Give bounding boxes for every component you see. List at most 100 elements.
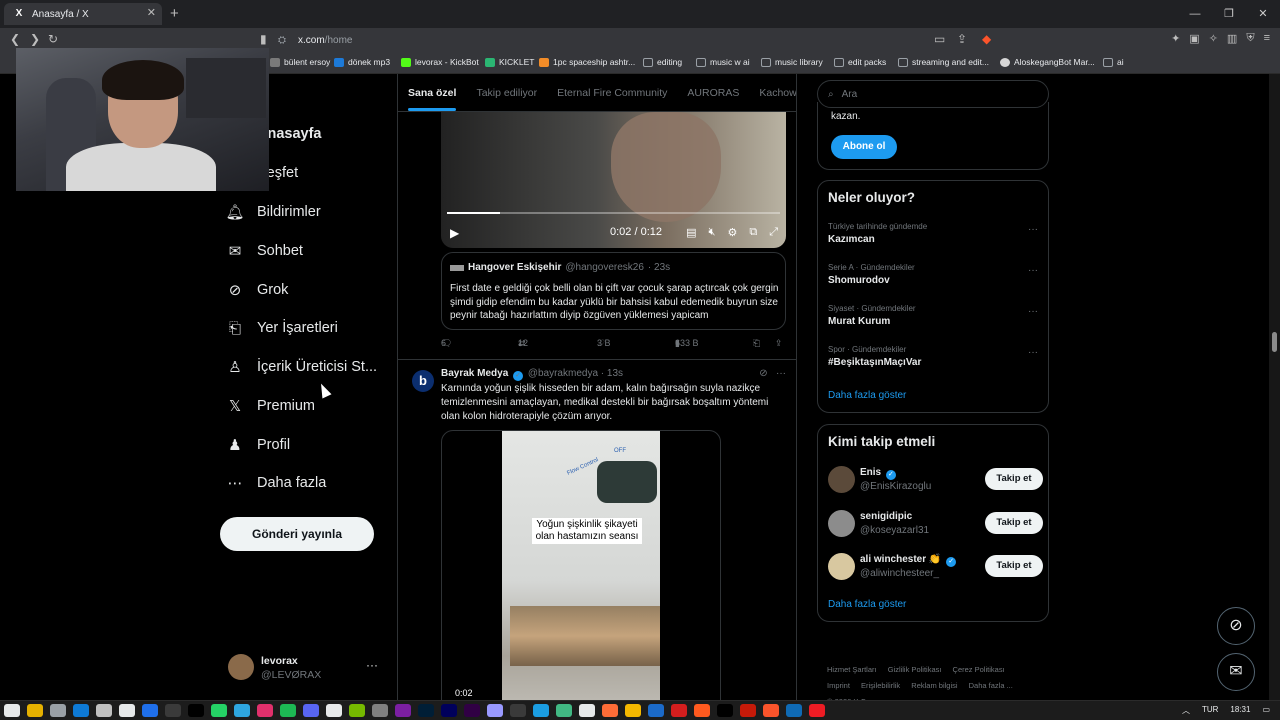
- bookmark-folder[interactable]: streaming and edit...: [898, 57, 989, 67]
- taskbar-app-icon[interactable]: [786, 704, 802, 717]
- leo-icon[interactable]: ✧: [1209, 32, 1218, 45]
- post-button[interactable]: Gönderi yayınla: [220, 517, 374, 551]
- restore-icon[interactable]: ❐: [1212, 0, 1246, 28]
- taskbar-app-icon[interactable]: [441, 704, 457, 717]
- more-icon[interactable]: ···: [1028, 306, 1038, 317]
- more-icon[interactable]: ···: [1028, 265, 1038, 276]
- taskbar-app-icon[interactable]: [671, 704, 687, 717]
- popout-icon[interactable]: ⧉: [749, 226, 757, 239]
- taskbar-app-icon[interactable]: [27, 704, 43, 717]
- taskbar-app-icon[interactable]: [625, 704, 641, 717]
- follow-suggestion[interactable]: ali winchester 👏 ✓ @aliwinchesteer_ Taki…: [828, 553, 1043, 583]
- cast-icon[interactable]: ▭: [934, 32, 945, 46]
- trend-item[interactable]: Siyaset · Gündemdekiler Murat Kurum ···: [828, 304, 1038, 327]
- nav-creator-studio[interactable]: ♙ İçerik Üreticisi St...: [226, 358, 377, 376]
- avatar[interactable]: [828, 553, 855, 580]
- notifications-icon[interactable]: ▭: [1262, 705, 1270, 716]
- taskbar-app-icon[interactable]: [740, 704, 756, 717]
- vpn-icon[interactable]: ⛨: [1246, 32, 1254, 45]
- captions-icon[interactable]: ▤: [686, 226, 696, 239]
- nav-messages[interactable]: ✉ Sohbet: [226, 242, 303, 260]
- menu-icon[interactable]: ≡: [1264, 32, 1270, 45]
- taskbar-app-icon[interactable]: [717, 704, 733, 717]
- taskbar-app-icon[interactable]: [763, 704, 779, 717]
- taskbar-app-icon[interactable]: [648, 704, 664, 717]
- taskbar-app-icon[interactable]: [579, 704, 595, 717]
- nav-profile[interactable]: ♟ Profil: [226, 436, 290, 454]
- nav-more[interactable]: ⋯ Daha fazla: [226, 474, 327, 492]
- taskbar-app-icon[interactable]: [280, 704, 296, 717]
- trends-show-more[interactable]: Daha fazla göster: [828, 390, 906, 401]
- page-scrollbar[interactable]: [1269, 74, 1280, 700]
- search-input[interactable]: ⌕ Ara: [817, 80, 1049, 108]
- taskbar-app-icon[interactable]: [602, 704, 618, 717]
- bookmark-item[interactable]: 1pc spaceship ashtr...: [539, 57, 635, 67]
- tab-following[interactable]: Takip ediliyor: [466, 74, 547, 111]
- taskbar-app-icon[interactable]: [303, 704, 319, 717]
- close-tab-icon[interactable]: ✕: [147, 6, 156, 19]
- wallet-icon[interactable]: ▣: [1189, 32, 1199, 45]
- grok-explain-icon[interactable]: ⊘: [759, 368, 767, 379]
- minimize-icon[interactable]: —: [1178, 0, 1212, 28]
- bookmark-folder[interactable]: music w ai: [696, 57, 750, 67]
- taskbar-app-icon[interactable]: [349, 704, 365, 717]
- follow-button[interactable]: Takip et: [985, 555, 1043, 577]
- taskbar-app-icon[interactable]: [694, 704, 710, 717]
- video-progress[interactable]: [447, 212, 780, 214]
- tab-eternal-fire[interactable]: Eternal Fire Community: [547, 74, 677, 111]
- nav-notifications[interactable]: 🔔︎ Bildirimler: [225, 203, 320, 221]
- taskbar-app-icon[interactable]: [119, 704, 135, 717]
- reload-icon[interactable]: ↻: [48, 32, 58, 46]
- taskbar-app-icon[interactable]: [142, 704, 158, 717]
- follow-suggestion[interactable]: senigidipic @koseyazarl31 Takip et: [828, 510, 1043, 540]
- taskbar-app-icon[interactable]: [73, 704, 89, 717]
- quoted-tweet[interactable]: Hangover Eskişehir @hangoveresk26 · 23s …: [441, 252, 786, 330]
- bookmark-item[interactable]: levorax - KickBot: [401, 57, 479, 67]
- taskbar-app-icon[interactable]: [257, 704, 273, 717]
- taskbar-app-icon[interactable]: [188, 704, 204, 717]
- taskbar-app-icon[interactable]: [464, 704, 480, 717]
- bookmark-folder[interactable]: ai: [1103, 57, 1124, 67]
- close-window-icon[interactable]: ✕: [1246, 0, 1280, 28]
- follow-suggestion[interactable]: Enis ✓ @EnisKirazoglu Takip et: [828, 466, 1043, 496]
- taskbar-app-icon[interactable]: [372, 704, 388, 717]
- site-info-icon[interactable]: ⛭: [278, 35, 286, 46]
- taskbar-app-icon[interactable]: [395, 704, 411, 717]
- footer-link[interactable]: Reklam bilgisi: [911, 681, 957, 690]
- taskbar-app-icon[interactable]: [165, 704, 181, 717]
- nav-grok[interactable]: ⊘ Grok: [226, 281, 289, 299]
- bookmark-tweet-icon[interactable]: ⎗: [753, 338, 760, 349]
- footer-link[interactable]: Gizlilik Politikası: [888, 665, 942, 674]
- forward-icon[interactable]: ❯: [30, 32, 40, 46]
- avatar[interactable]: b: [412, 370, 434, 392]
- footer-link[interactable]: Çerez Politikası: [953, 665, 1005, 674]
- avatar[interactable]: [828, 510, 855, 537]
- tab-for-you[interactable]: Sana özel: [398, 74, 466, 111]
- follow-button[interactable]: Takip et: [985, 468, 1043, 490]
- settings-icon[interactable]: ⚙: [727, 226, 737, 239]
- grok-float-button[interactable]: ⊘: [1217, 607, 1255, 645]
- back-icon[interactable]: ❮: [10, 32, 20, 46]
- trend-item[interactable]: Türkiye tarihinde gündemde Kazımcan ···: [828, 222, 1038, 245]
- language-indicator[interactable]: TUR: [1202, 705, 1218, 716]
- taskbar-app-icon[interactable]: [96, 704, 112, 717]
- taskbar-app-icon[interactable]: [487, 704, 503, 717]
- taskbar-app-icon[interactable]: [418, 704, 434, 717]
- nav-bookmarks[interactable]: ⎗ Yer İşaretleri: [226, 319, 338, 337]
- footer-link[interactable]: Erişilebilirlik: [861, 681, 900, 690]
- taskbar-app-icon[interactable]: [211, 704, 227, 717]
- start-icon[interactable]: [4, 704, 20, 717]
- tab-auroras[interactable]: AURORAS: [677, 74, 749, 111]
- taskbar-app-icon[interactable]: [326, 704, 342, 717]
- bookmark-folder[interactable]: editing: [643, 57, 682, 67]
- taskbar-app-icon[interactable]: [234, 704, 250, 717]
- tray-chevron-icon[interactable]: ︿: [1182, 705, 1190, 716]
- footer-link[interactable]: Imprint: [827, 681, 850, 690]
- bookmark-item[interactable]: bülent ersoy: [270, 57, 330, 67]
- who-show-more[interactable]: Daha fazla göster: [828, 599, 906, 610]
- address-bar[interactable]: ⛭ x.com /home: [278, 30, 1002, 50]
- trend-item[interactable]: Spor · Gündemdekiler #BeşiktaşınMaçıVar …: [828, 345, 1038, 368]
- avatar[interactable]: [828, 466, 855, 493]
- footer-link[interactable]: Daha fazla ...: [969, 681, 1013, 690]
- more-icon[interactable]: ···: [366, 658, 378, 672]
